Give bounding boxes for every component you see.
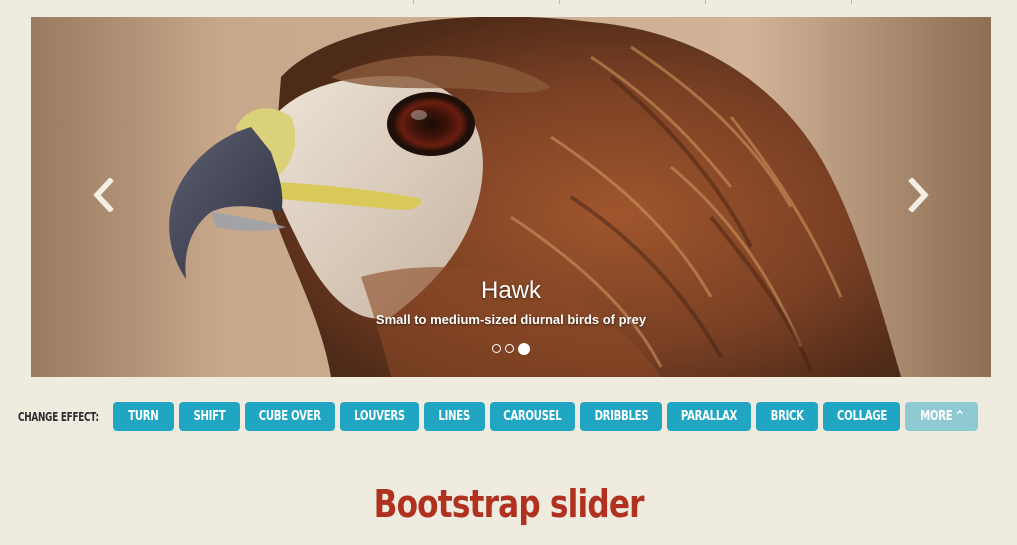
chevron-left-icon bbox=[93, 178, 114, 212]
change-effect-label: CHANGE EFFECT: bbox=[18, 409, 99, 424]
button-label: DRIBBLES bbox=[594, 409, 648, 424]
image-slider[interactable]: Hawk Small to medium-sized diurnal birds… bbox=[31, 17, 991, 377]
effect-carousel-button[interactable]: CAROUSEL bbox=[490, 402, 575, 431]
effect-collage-button[interactable]: COLLAGE bbox=[823, 402, 900, 431]
effect-turn-button[interactable]: TURN bbox=[113, 402, 174, 431]
top-nav bbox=[0, 0, 1017, 4]
effect-shift-button[interactable]: SHIFT bbox=[179, 402, 240, 431]
button-label: CUBE OVER bbox=[259, 409, 321, 424]
slider-pagination bbox=[31, 343, 991, 355]
button-label: SHIFT bbox=[193, 409, 226, 424]
nav-divider bbox=[559, 0, 560, 4]
effect-louvers-button[interactable]: LOUVERS bbox=[340, 402, 419, 431]
button-label: MORE ^ bbox=[919, 409, 964, 424]
slide-description: Small to medium-sized diurnal birds of p… bbox=[375, 312, 647, 327]
heading-text: Bootstrap slider bbox=[373, 482, 644, 526]
effect-parallax-button[interactable]: PARALLAX bbox=[667, 402, 751, 431]
nav-divider bbox=[705, 0, 706, 4]
effect-selector: CHANGE EFFECT: TURN SHIFT CUBE OVER LOUV… bbox=[18, 402, 983, 431]
chevron-right-icon bbox=[908, 178, 929, 212]
pagination-dot-2[interactable] bbox=[505, 344, 514, 353]
effect-dribbles-button[interactable]: DRIBBLES bbox=[580, 402, 662, 431]
effect-brick-button[interactable]: BRICK bbox=[756, 402, 818, 431]
button-label: COLLAGE bbox=[836, 409, 887, 424]
nav-divider bbox=[851, 0, 852, 4]
button-label: LINES bbox=[438, 409, 471, 424]
pagination-dot-1[interactable] bbox=[492, 344, 501, 353]
button-label: CAROUSEL bbox=[503, 409, 562, 424]
button-label: LOUVERS bbox=[354, 409, 405, 424]
more-effects-button[interactable]: MORE ^ bbox=[905, 402, 978, 431]
slide-title: Hawk bbox=[480, 277, 541, 304]
page-heading: Bootstrap slider bbox=[0, 482, 1017, 526]
next-slide-button[interactable] bbox=[899, 175, 939, 215]
effect-lines-button[interactable]: LINES bbox=[424, 402, 485, 431]
button-label: BRICK bbox=[770, 409, 804, 424]
nav-divider bbox=[413, 0, 414, 4]
pagination-dot-3-active[interactable] bbox=[518, 343, 530, 355]
button-label: TURN bbox=[128, 409, 159, 424]
prev-slide-button[interactable] bbox=[83, 175, 123, 215]
effect-cube-over-button[interactable]: CUBE OVER bbox=[245, 402, 335, 431]
button-label: PARALLAX bbox=[680, 409, 738, 424]
